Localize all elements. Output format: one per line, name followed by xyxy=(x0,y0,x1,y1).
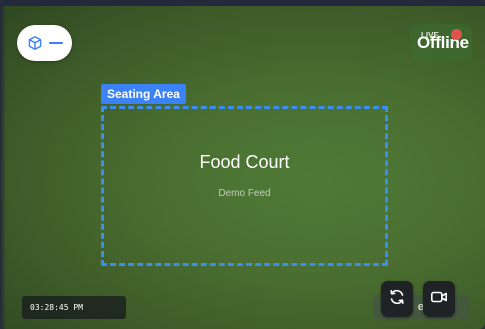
zone-line-indicator xyxy=(48,42,63,44)
refresh-button[interactable] xyxy=(381,281,413,317)
refresh-icon xyxy=(388,288,406,311)
camera-feed-view: LIVE Offline Seating Area Food Court Dem… xyxy=(0,0,485,329)
recording-dot xyxy=(451,29,462,40)
zone-label: Seating Area xyxy=(101,84,186,104)
zone-toggle-button[interactable] xyxy=(17,25,72,61)
feed-title: Food Court xyxy=(199,152,290,172)
timestamp: 03:28:45 PM xyxy=(22,296,126,319)
camera-button[interactable] xyxy=(423,281,455,317)
seating-area-zone[interactable] xyxy=(101,106,388,266)
feed-subtitle: Demo Feed xyxy=(218,188,271,199)
cube-icon xyxy=(27,35,43,51)
video-camera-icon xyxy=(430,288,448,311)
